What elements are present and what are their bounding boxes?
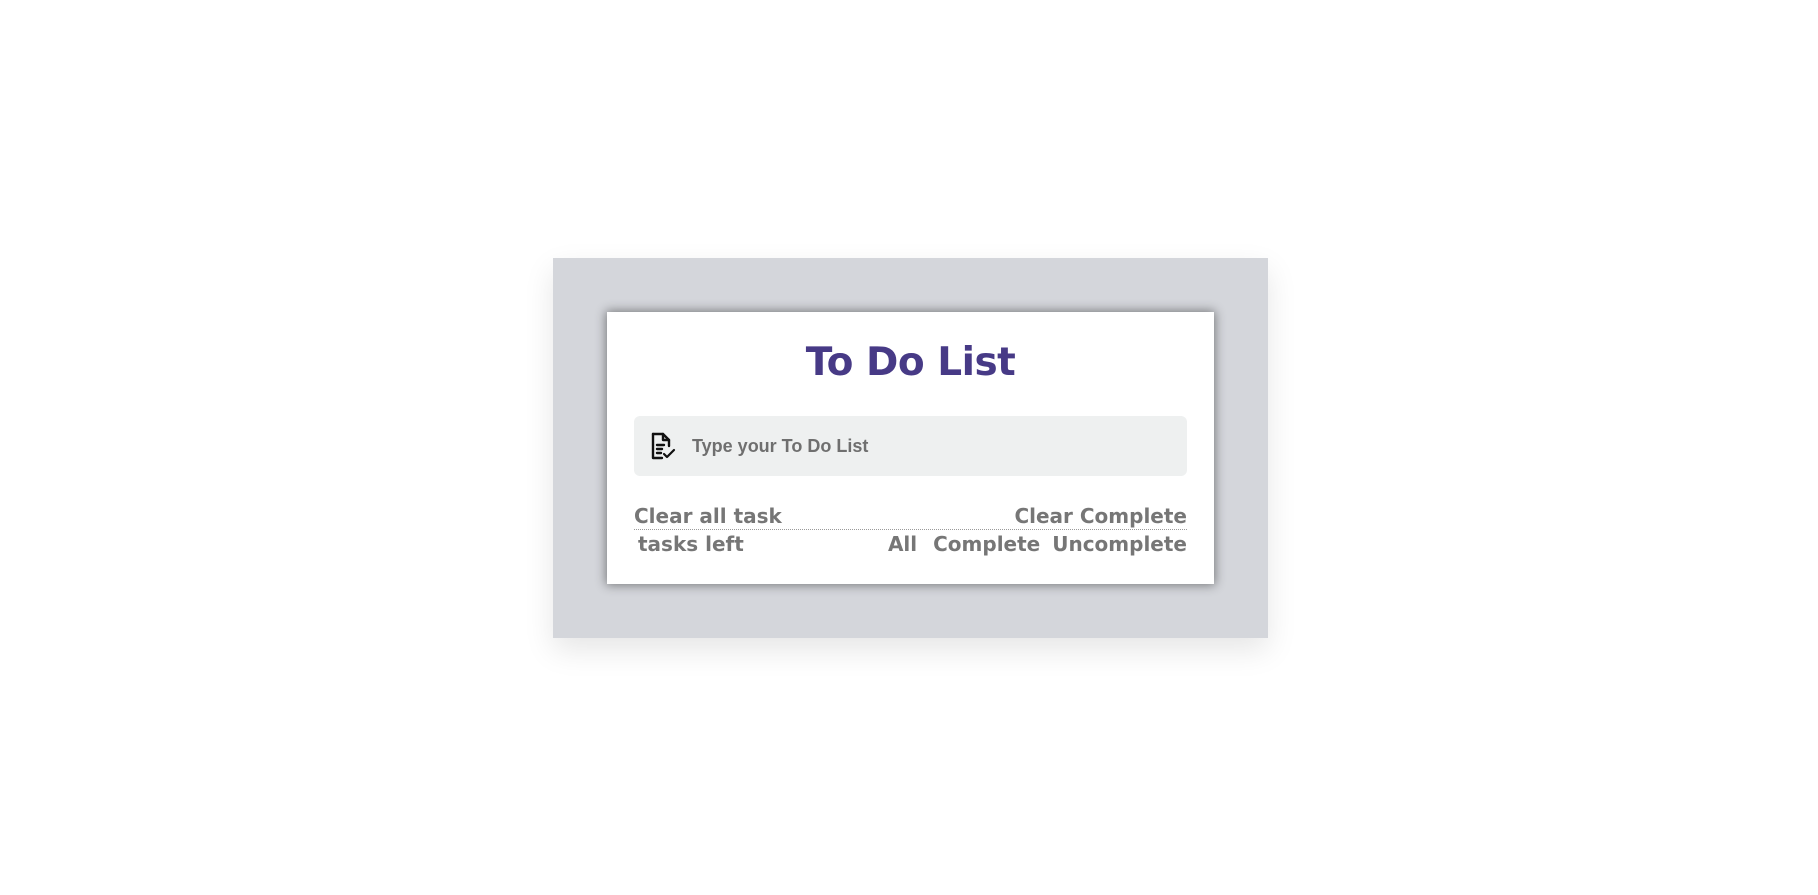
filter-uncomplete-button[interactable]: Uncomplete (1052, 532, 1187, 556)
task-input-row[interactable] (634, 415, 1187, 477)
status-row: tasks left All Complete Uncomplete (634, 532, 1187, 556)
task-input[interactable] (690, 415, 1187, 477)
tasks-left-counter: tasks left (638, 532, 744, 556)
filter-all-button[interactable]: All (888, 532, 917, 556)
clear-all-button[interactable]: Clear all task (634, 504, 782, 528)
page-title: To Do List (805, 340, 1016, 385)
filter-complete-button[interactable]: Complete (933, 532, 1040, 556)
filter-group: All Complete Uncomplete (879, 532, 1187, 556)
todo-card: To Do List Clear all task Clear Complete (607, 312, 1214, 584)
clear-complete-button[interactable]: Clear Complete (1014, 504, 1187, 528)
actions-row: Clear all task Clear Complete (634, 504, 1187, 530)
task-list-icon (650, 432, 676, 460)
app-backdrop: To Do List Clear all task Clear Complete (553, 258, 1268, 638)
